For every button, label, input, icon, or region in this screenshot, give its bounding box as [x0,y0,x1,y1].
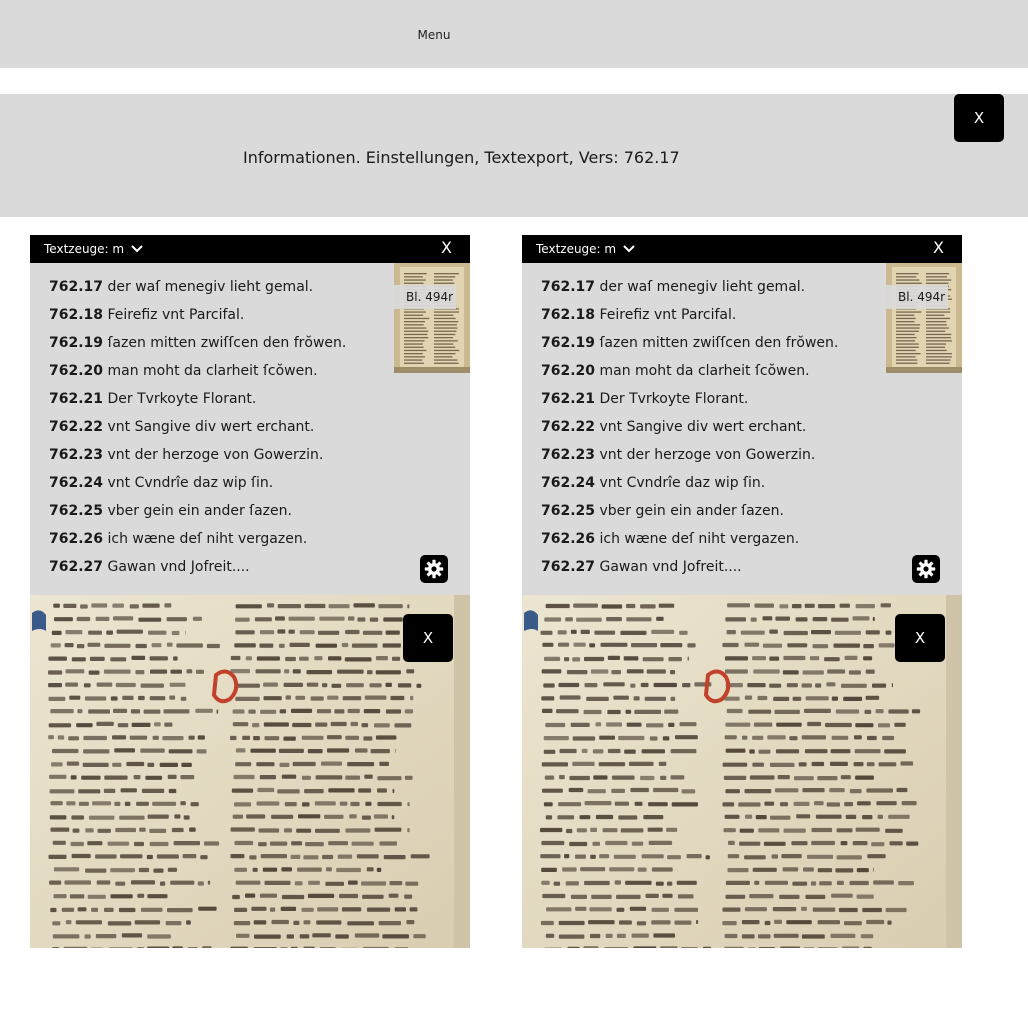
manuscript-thumbnail-image [886,263,962,373]
verse-number: 762.23 [541,447,596,463]
verse-number: 762.18 [541,307,596,323]
page-thumbnail[interactable]: Bl. 494r [394,263,470,373]
manuscript-close-button[interactable]: X [895,614,945,662]
gear-icon [916,559,936,579]
verse-text: Gawan vnd Jofreit.... [107,559,250,575]
panel-close-button[interactable]: X [441,237,452,259]
gear-icon [424,559,444,579]
verse-line[interactable]: 762.24 vnt Cvndrîe daz wip ſin. [49,469,346,497]
verse-text: vber gein ein ander ſazen. [107,503,292,519]
verse-number: 762.17 [541,279,596,295]
settings-button[interactable] [420,555,448,583]
thumbnail-folio-label: Bl. 494r [886,285,948,309]
verse-line[interactable]: 762.17 der waſ menegiv lieht gemal. [541,273,838,301]
panel-header: Textzeuge: m X [30,235,470,263]
verse-line[interactable]: 762.23 vnt der herzoge von Gowerzin. [49,441,346,469]
verse-line[interactable]: 762.27 Gawan vnd Jofreit.... [541,553,838,581]
manuscript-image[interactable]: X [30,595,470,948]
verse-text: Feirefiz vnt Parcifal. [107,307,245,323]
menu-button[interactable]: Menu [402,22,466,48]
manuscript-close-button[interactable]: X [403,614,453,662]
witness-panel-left: Textzeuge: m X 762.17 der waſ menegiv li… [30,235,470,948]
verse-number: 762.27 [541,559,596,575]
verse-number: 762.24 [541,475,596,491]
verse-text: vnt Sangive div wert erchant. [599,419,807,435]
verse-text: Der Tvrkoyte Florant. [107,391,257,407]
verse-number: 762.26 [49,531,104,547]
verse-number: 762.24 [49,475,104,491]
verse-line[interactable]: 762.21 Der Tvrkoyte Florant. [541,385,838,413]
verse-line[interactable]: 762.24 vnt Cvndrîe daz wip ſin. [541,469,838,497]
verse-text: Der Tvrkoyte Florant. [599,391,749,407]
chevron-down-icon [623,245,635,253]
verse-number: 762.20 [49,363,104,379]
verse-text: ich wæne deſ niht vergazen. [107,531,308,547]
verse-line[interactable]: 762.22 vnt Sangive div wert erchant. [541,413,838,441]
panel-close-button[interactable]: X [933,237,944,259]
verse-number: 762.25 [49,503,104,519]
info-bar: Informationen. Einstellungen, Textexport… [0,94,1028,217]
verse-number: 762.22 [49,419,104,435]
witness-dropdown[interactable]: Textzeuge: m [536,235,636,263]
verse-number: 762.21 [49,391,104,407]
verse-line[interactable]: 762.20 man moht da clarheit ſcŏwen. [49,357,346,385]
verse-number: 762.18 [49,307,104,323]
witness-label: Textzeuge: m [536,242,617,256]
verse-line[interactable]: 762.26 ich wæne deſ niht vergazen. [49,525,346,553]
verse-number: 762.20 [541,363,596,379]
verse-text: der waſ menegiv lieht gemal. [107,279,314,295]
verse-line[interactable]: 762.19 ſazen mitten zwiſſcen den frŏwen. [541,329,838,357]
verse-number: 762.26 [541,531,596,547]
verse-text: vnt Cvndrîe daz wip ſin. [599,475,766,491]
page-thumbnail[interactable]: Bl. 494r [886,263,962,373]
verse-number: 762.25 [541,503,596,519]
verse-line[interactable]: 762.21 Der Tvrkoyte Florant. [49,385,346,413]
verse-list: 762.17 der waſ menegiv lieht gemal. 762.… [541,273,838,581]
verse-number: 762.17 [49,279,104,295]
verse-number: 762.19 [49,335,104,351]
verse-number: 762.19 [541,335,596,351]
verse-number: 762.21 [541,391,596,407]
verse-line[interactable]: 762.17 der waſ menegiv lieht gemal. [49,273,346,301]
witness-panel-right: Textzeuge: m X 762.17 der waſ menegiv li… [522,235,962,948]
manuscript-thumbnail-image [394,263,470,373]
chevron-down-icon [131,245,143,253]
verse-text: Gawan vnd Jofreit.... [599,559,742,575]
verse-text: vnt Sangive div wert erchant. [107,419,315,435]
verse-text: man moht da clarheit ſcŏwen. [107,363,318,379]
verse-number: 762.22 [541,419,596,435]
verse-line[interactable]: 762.18 Feirefiz vnt Parcifal. [541,301,838,329]
verse-text: man moht da clarheit ſcŏwen. [599,363,810,379]
verse-line[interactable]: 762.26 ich wæne deſ niht vergazen. [541,525,838,553]
witness-label: Textzeuge: m [44,242,125,256]
verse-text: vnt der herzoge von Gowerzin. [107,447,324,463]
verse-line[interactable]: 762.22 vnt Sangive div wert erchant. [49,413,346,441]
verse-text: ſazen mitten zwiſſcen den frŏwen. [107,335,347,351]
verse-line[interactable]: 762.25 vber gein ein ander ſazen. [541,497,838,525]
verse-number: 762.27 [49,559,104,575]
verse-line[interactable]: 762.20 man moht da clarheit ſcŏwen. [541,357,838,385]
settings-button[interactable] [912,555,940,583]
verse-number: 762.23 [49,447,104,463]
witness-dropdown[interactable]: Textzeuge: m [44,235,144,263]
verse-line[interactable]: 762.23 vnt der herzoge von Gowerzin. [541,441,838,469]
verse-list: 762.17 der waſ menegiv lieht gemal. 762.… [49,273,346,581]
top-bar: Menu [0,0,1028,68]
verse-line[interactable]: 762.27 Gawan vnd Jofreit.... [49,553,346,581]
verse-text: vnt der herzoge von Gowerzin. [599,447,816,463]
verse-line[interactable]: 762.19 ſazen mitten zwiſſcen den frŏwen. [49,329,346,357]
verse-line[interactable]: 762.18 Feirefiz vnt Parcifal. [49,301,346,329]
verse-text: vnt Cvndrîe daz wip ſin. [107,475,274,491]
verse-text: Feirefiz vnt Parcifal. [599,307,737,323]
verse-text: vber gein ein ander ſazen. [599,503,784,519]
verse-line[interactable]: 762.25 vber gein ein ander ſazen. [49,497,346,525]
verse-text: ich wæne deſ niht vergazen. [599,531,800,547]
thumbnail-folio-label: Bl. 494r [394,285,456,309]
manuscript-image[interactable]: X [522,595,962,948]
info-text: Informationen. Einstellungen, Textexport… [243,148,680,167]
panel-header: Textzeuge: m X [522,235,962,263]
info-close-button[interactable]: X [954,94,1004,142]
verse-text: der waſ menegiv lieht gemal. [599,279,806,295]
verse-text: ſazen mitten zwiſſcen den frŏwen. [599,335,839,351]
